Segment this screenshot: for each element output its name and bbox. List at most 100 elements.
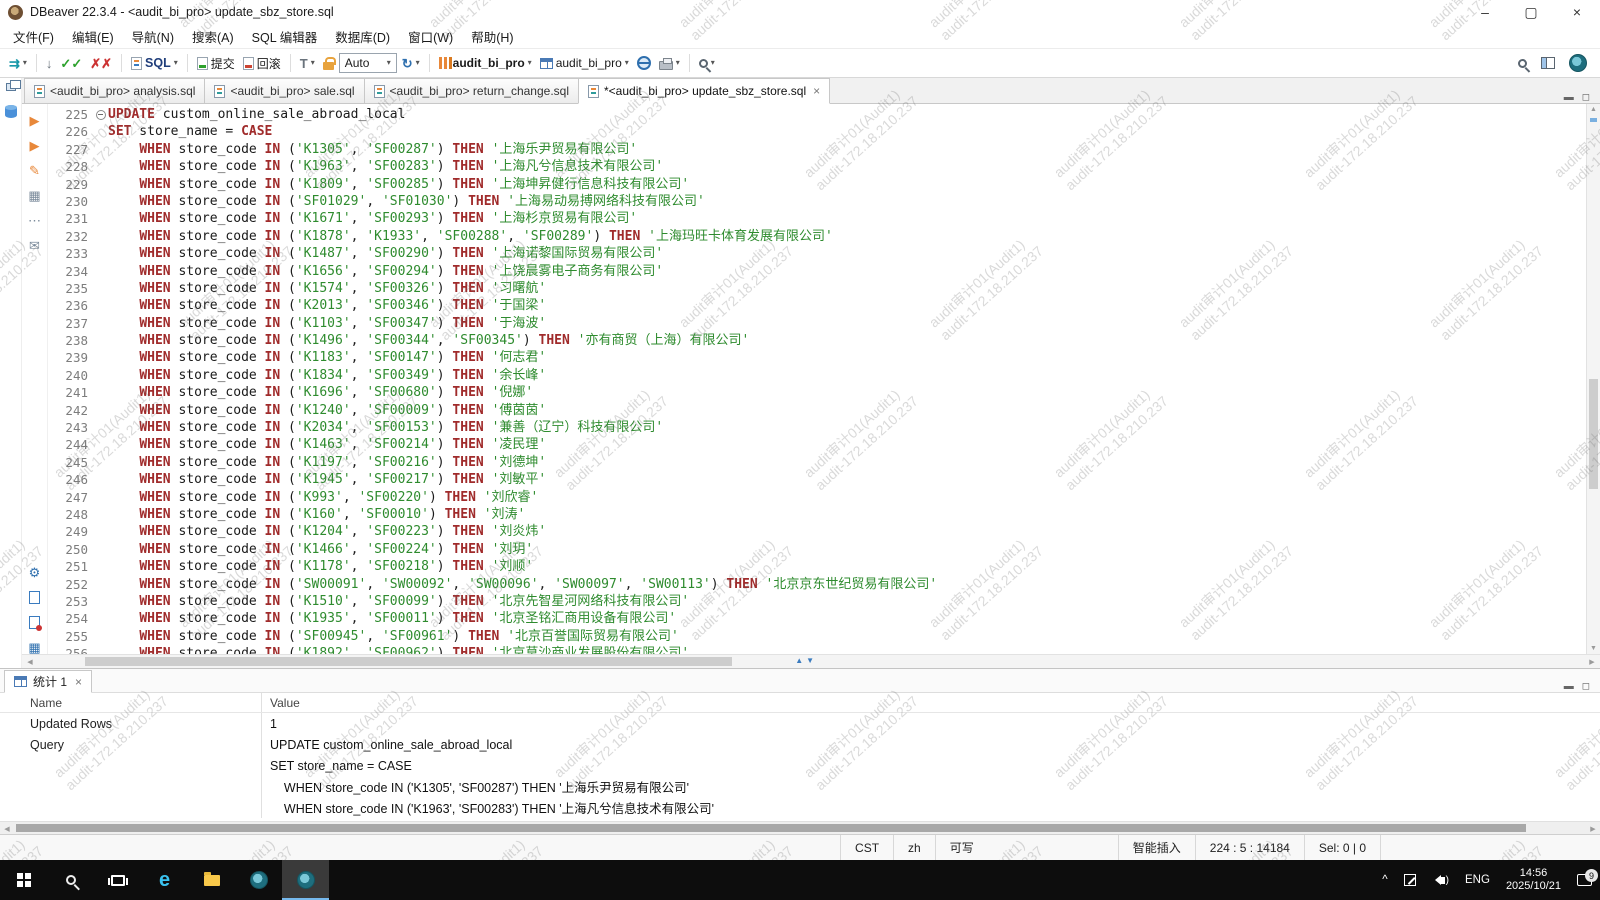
editor-tab[interactable]: <audit_bi_pro> sale.sql — [204, 78, 364, 103]
panel-sash-arrows[interactable]: ▲▼ — [795, 656, 814, 665]
start-button[interactable] — [0, 860, 47, 900]
dbeaver-home-button[interactable] — [1566, 52, 1590, 74]
print-button[interactable]: ▾ — [656, 55, 683, 72]
stats-row[interactable]: WHEN store_code IN ('K1305', 'SF00287') … — [0, 776, 1600, 797]
taskbar-search-button[interactable] — [47, 860, 94, 900]
menu-item[interactable]: 导航(N) — [123, 24, 183, 49]
script-doc-icon[interactable] — [29, 591, 40, 604]
fold-collapse-icon[interactable] — [94, 106, 108, 123]
transaction-mode-button[interactable]: T ▾ — [297, 55, 318, 72]
tray-expand-button[interactable]: ^ — [1374, 860, 1395, 900]
rollback-button[interactable]: 回滚 — [240, 53, 284, 74]
menu-item[interactable]: 编辑(E) — [63, 24, 123, 49]
database-navigator-icon[interactable] — [5, 105, 17, 118]
fold-margin — [94, 193, 108, 210]
horizontal-scroll-thumb[interactable] — [85, 657, 732, 666]
file-explorer-button[interactable] — [188, 860, 235, 900]
script-error-doc-icon[interactable] — [29, 616, 40, 629]
transaction-log-button[interactable]: ↻ ▾ — [399, 55, 423, 72]
status-selection[interactable]: Sel: 0 | 0 — [1304, 835, 1380, 860]
fold-margin — [94, 593, 108, 610]
scroll-right-icon[interactable]: ▶ — [1587, 658, 1597, 666]
status-insert-mode[interactable]: 智能插入 — [1118, 835, 1195, 860]
volume-button[interactable]: ) — [1424, 860, 1457, 900]
editor-tab[interactable]: <audit_bi_pro> return_change.sql — [364, 78, 579, 103]
code-text: WHEN store_code IN ('K1496', 'SF00344', … — [108, 332, 1586, 349]
result-grid-icon[interactable]: ▦ — [28, 641, 40, 654]
search-menu-button[interactable]: ▾ — [696, 57, 718, 70]
new-sql-editor-button[interactable]: ⇉ ▾ — [6, 55, 30, 72]
stats-tab-close-icon[interactable]: × — [75, 675, 82, 689]
commit-button[interactable]: 提交 — [194, 53, 238, 74]
maximize-view-icon[interactable]: ◻ — [1582, 92, 1590, 103]
editor-horizontal-scrollbar[interactable]: ◀ ▲▼ ▶ — [22, 654, 1600, 668]
touch-keyboard-button[interactable] — [1396, 860, 1424, 900]
database-selector[interactable]: audit_bi_pro ▾ — [436, 54, 535, 72]
dbeaver-taskbar-button[interactable] — [282, 860, 329, 900]
vertical-scroll-thumb[interactable] — [1589, 379, 1598, 489]
status-caret-position[interactable]: 224 : 5 : 14184 — [1195, 835, 1304, 860]
restore-views-icon[interactable] — [6, 83, 16, 91]
quick-search-button[interactable] — [1515, 57, 1530, 70]
menu-item[interactable]: 帮助(H) — [462, 24, 522, 49]
scroll-right-icon[interactable]: ▶ — [1588, 825, 1598, 833]
execute-statement-icon[interactable]: ▶ — [30, 114, 40, 127]
stats-row[interactable]: SET store_name = CASE — [0, 755, 1600, 776]
language-indicator[interactable]: ENG — [1457, 860, 1498, 900]
execute-script-icon[interactable]: ▶ — [30, 139, 40, 152]
sql-menu-button[interactable]: SQL ▾ — [128, 54, 181, 72]
edit-script-icon[interactable]: ✎ — [29, 164, 40, 177]
scroll-down-icon[interactable]: ▼ — [1587, 645, 1600, 652]
results-scroll-thumb[interactable] — [16, 824, 1526, 832]
autocommit-combo[interactable]: Auto ▾ — [339, 53, 397, 73]
scroll-up-icon[interactable]: ▲ — [1587, 106, 1600, 113]
minimize-button[interactable]: – — [1462, 0, 1508, 24]
stats-row[interactable]: WHEN store_code IN ('K1963', 'SF00283') … — [0, 797, 1600, 818]
explain-plan-icon[interactable]: ▦ — [28, 189, 40, 202]
close-button[interactable]: × — [1554, 0, 1600, 24]
stats-header-name[interactable]: Name — [0, 693, 262, 712]
perspective-button[interactable] — [1538, 55, 1558, 71]
fold-margin — [94, 610, 108, 627]
schema-selector[interactable]: audit_bi_pro ▾ — [537, 54, 632, 72]
edge-button[interactable]: e — [141, 860, 188, 900]
menu-item[interactable]: 文件(F) — [4, 24, 63, 49]
stats-row[interactable]: QueryUPDATE custom_online_sale_abroad_lo… — [0, 734, 1600, 755]
export-result-icon[interactable]: ✉ — [29, 239, 40, 252]
tab-close-icon[interactable]: × — [813, 84, 820, 98]
sash-down-icon[interactable]: ▼ — [806, 656, 814, 665]
editor-tab[interactable]: <audit_bi_pro> analysis.sql — [24, 78, 205, 103]
task-view-button[interactable] — [94, 860, 141, 900]
action-center-button[interactable]: 9 — [1569, 860, 1600, 900]
network-button[interactable] — [634, 54, 654, 72]
stats-header-value[interactable]: Value — [262, 693, 1600, 712]
taskbar-clock[interactable]: 14:56 2025/10/21 — [1498, 867, 1569, 893]
fetch-data-button[interactable]: ↓ — [43, 55, 56, 72]
more-actions-icon[interactable]: ⋯ — [28, 214, 41, 227]
menu-item[interactable]: SQL 编辑器 — [243, 24, 327, 49]
minimize-view-icon[interactable]: ▬ — [1564, 681, 1574, 692]
minimize-view-icon[interactable]: ▬ — [1564, 92, 1574, 103]
reject-button[interactable]: ✗✗ — [87, 55, 115, 72]
menu-item[interactable]: 搜索(A) — [183, 24, 243, 49]
menu-item[interactable]: 数据库(D) — [326, 24, 399, 49]
maximize-view-icon[interactable]: ◻ — [1582, 681, 1590, 692]
status-language[interactable]: zh — [893, 835, 935, 860]
sash-up-icon[interactable]: ▲ — [795, 656, 803, 665]
status-timezone[interactable]: CST — [840, 835, 893, 860]
menu-item[interactable]: 窗口(W) — [399, 24, 462, 49]
editor-tab[interactable]: *<audit_bi_pro> update_sbz_store.sql× — [578, 78, 830, 104]
editor-vertical-scrollbar[interactable]: ▲ ▼ — [1586, 104, 1600, 654]
lock-button[interactable] — [320, 55, 337, 72]
status-writable[interactable]: 可写 — [935, 835, 988, 860]
settings-gear-icon[interactable]: ⚙ — [29, 566, 41, 579]
results-horizontal-scrollbar[interactable]: ◀ ▶ — [0, 821, 1600, 834]
scroll-left-icon[interactable]: ◀ — [25, 658, 35, 666]
scroll-left-icon[interactable]: ◀ — [2, 825, 12, 833]
sql-editor[interactable]: 225UPDATE custom_online_sale_abroad_loca… — [48, 104, 1586, 654]
maximize-button[interactable]: ▢ — [1508, 0, 1554, 24]
accept-button[interactable]: ✓✓ — [57, 55, 85, 72]
stats-tab[interactable]: 统计 1 × — [4, 670, 92, 693]
stats-row[interactable]: Updated Rows1 — [0, 713, 1600, 734]
pinned-app-button[interactable] — [235, 860, 282, 900]
